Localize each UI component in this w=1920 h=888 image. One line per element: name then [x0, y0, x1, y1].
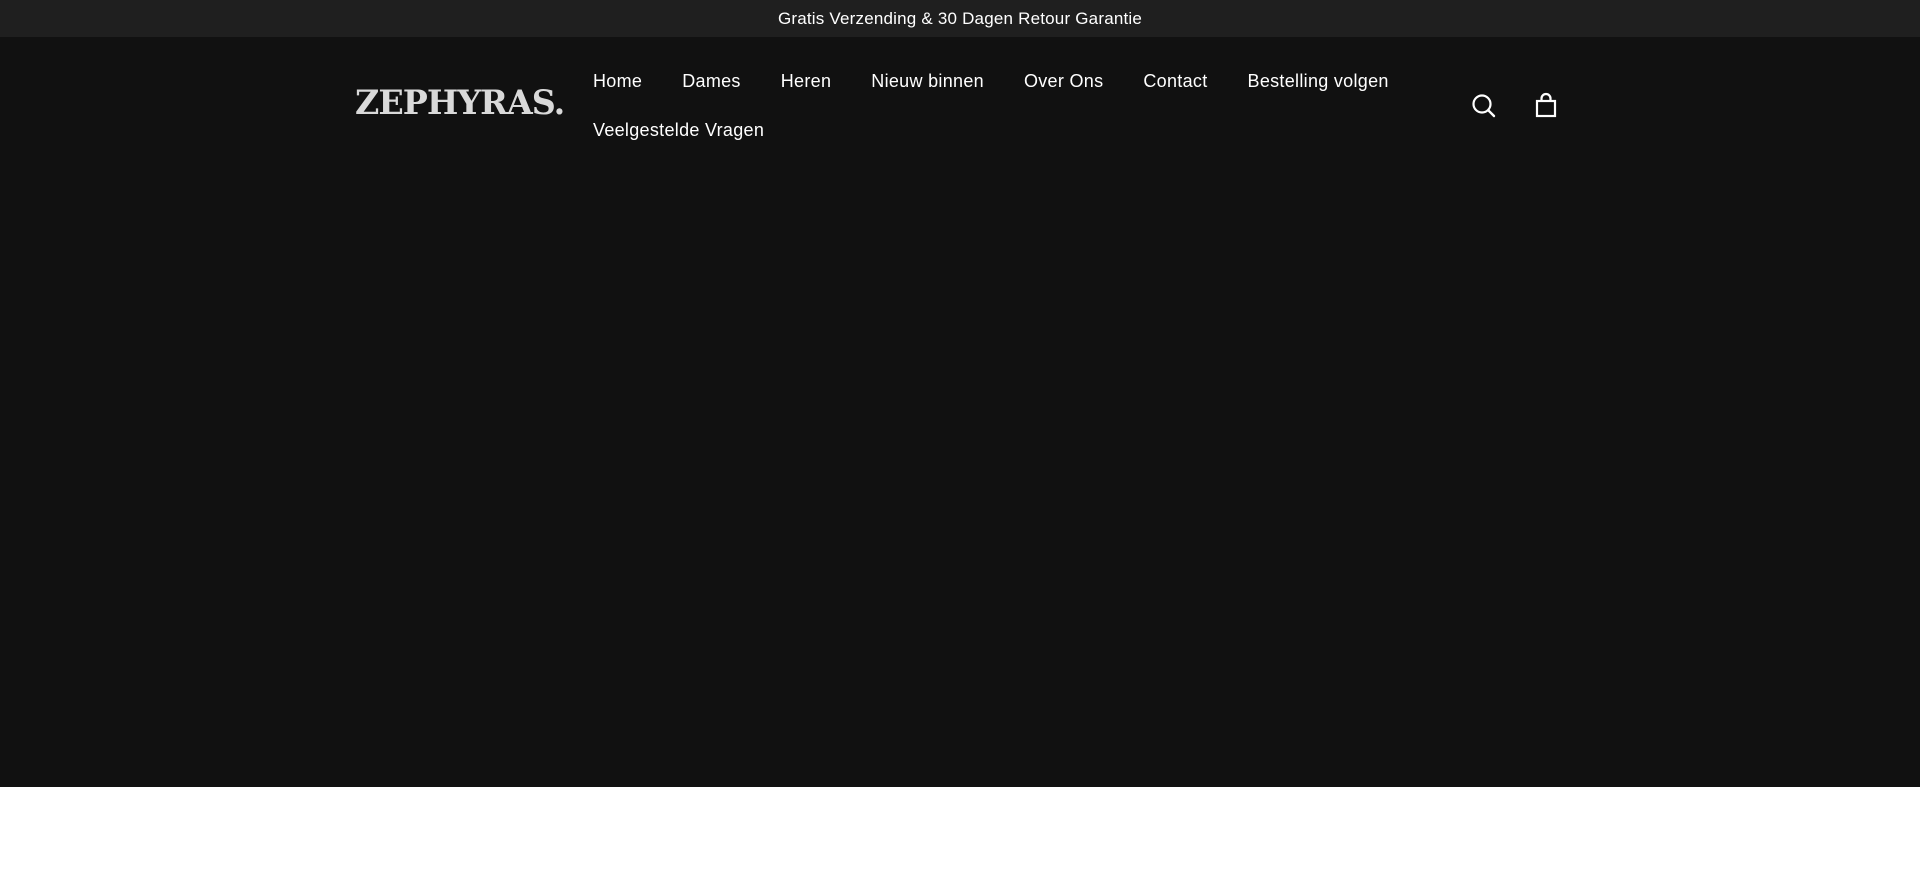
search-button[interactable]	[1469, 91, 1499, 121]
announcement-text: Gratis Verzending & 30 Dagen Retour Gara…	[777, 9, 1143, 28]
nav-item-over-ons[interactable]: Over Ons	[1024, 61, 1103, 101]
nav-row-2: Veelgestelde Vragen	[593, 110, 1433, 150]
nav-item-veelgestelde-vragen[interactable]: Veelgestelde Vragen	[593, 110, 764, 150]
nav-row-1: Home Dames Heren Nieuw binnen Over Ons C…	[593, 61, 1433, 101]
cart-icon	[1535, 92, 1557, 118]
page-content-area	[0, 787, 1920, 888]
nav-item-home[interactable]: Home	[593, 61, 642, 101]
announcement-bar: Gratis Verzending & 30 Dagen Retour Gara…	[0, 0, 1920, 37]
main-nav: Home Dames Heren Nieuw binnen Over Ons C…	[593, 61, 1433, 150]
nav-item-contact[interactable]: Contact	[1143, 61, 1207, 101]
search-icon	[1472, 94, 1496, 118]
nav-item-dames[interactable]: Dames	[682, 61, 741, 101]
cart-button[interactable]	[1531, 91, 1561, 121]
hero-section: ZEPHYRAS. Home Dames Heren Nieuw binnen …	[0, 37, 1920, 787]
nav-item-heren[interactable]: Heren	[781, 61, 832, 101]
nav-item-nieuw-binnen[interactable]: Nieuw binnen	[871, 61, 984, 101]
logo[interactable]: ZEPHYRAS.	[355, 86, 565, 120]
nav-item-bestelling-volgen[interactable]: Bestelling volgen	[1248, 61, 1389, 101]
